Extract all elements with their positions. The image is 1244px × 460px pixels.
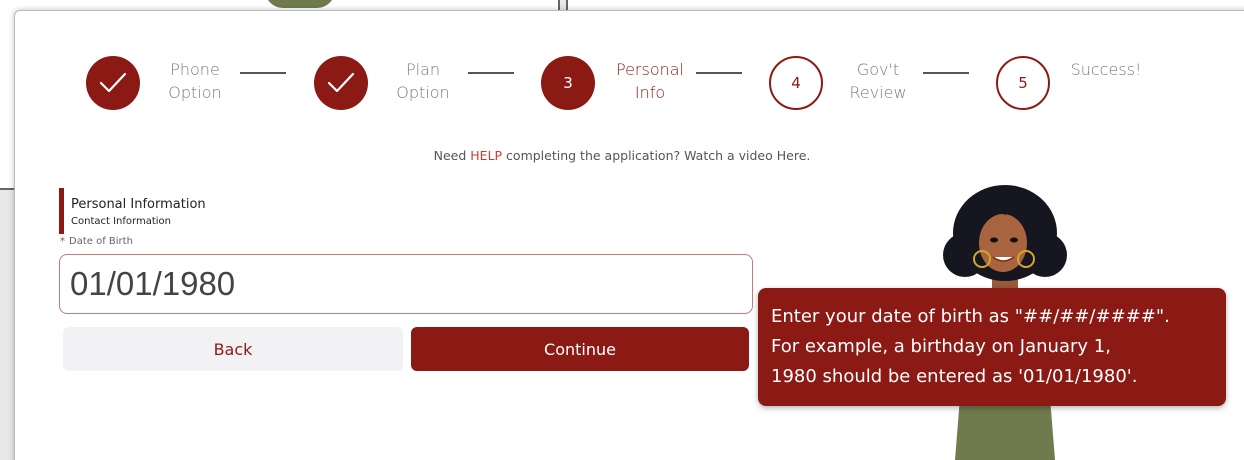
tooltip-line: For example, a birthday on January 1, <box>771 336 1111 357</box>
tooltip-line: 1980 should be entered as '01/01/1980'. <box>771 366 1138 387</box>
step-4-pending[interactable]: 4 <box>769 56 823 110</box>
back-button[interactable]: Back <box>63 327 403 371</box>
required-marker: * <box>60 236 65 247</box>
help-link[interactable]: HELP <box>470 148 502 163</box>
step-5-label: Success! <box>1070 60 1142 79</box>
help-suffix: completing the application? Watch a vide… <box>502 148 811 163</box>
section-accent-bar <box>59 188 64 234</box>
help-prefix: Need <box>433 148 471 163</box>
step-3-active[interactable]: 3 <box>541 56 595 110</box>
checkmark-icon <box>99 72 127 93</box>
dob-label: * Date of Birth <box>60 236 133 247</box>
step-2-label: Plan Option <box>396 60 450 102</box>
section-title: Personal Information <box>71 197 206 212</box>
dob-input[interactable] <box>59 254 753 314</box>
step-5-pending[interactable]: 5 <box>996 56 1050 110</box>
step-1-complete[interactable] <box>86 56 140 110</box>
step-connector <box>696 72 742 74</box>
continue-button[interactable]: Continue <box>411 327 749 371</box>
section-subtitle: Contact Information <box>71 216 171 227</box>
step-connector <box>923 72 969 74</box>
step-3-label: Personal Info <box>615 60 684 102</box>
dob-hint-tooltip: Enter your date of birth as "##/##/####"… <box>758 288 1226 406</box>
checkmark-icon <box>327 72 355 93</box>
step-2-complete[interactable] <box>314 56 368 110</box>
step-connector <box>468 72 514 74</box>
help-message: Need HELP completing the application? Wa… <box>0 148 1244 163</box>
step-connector <box>240 72 286 74</box>
tooltip-line: Enter your date of birth as "##/##/####"… <box>771 306 1170 327</box>
step-4-label: Gov't Review <box>849 60 907 102</box>
step-1-label: Phone Option <box>168 60 222 102</box>
